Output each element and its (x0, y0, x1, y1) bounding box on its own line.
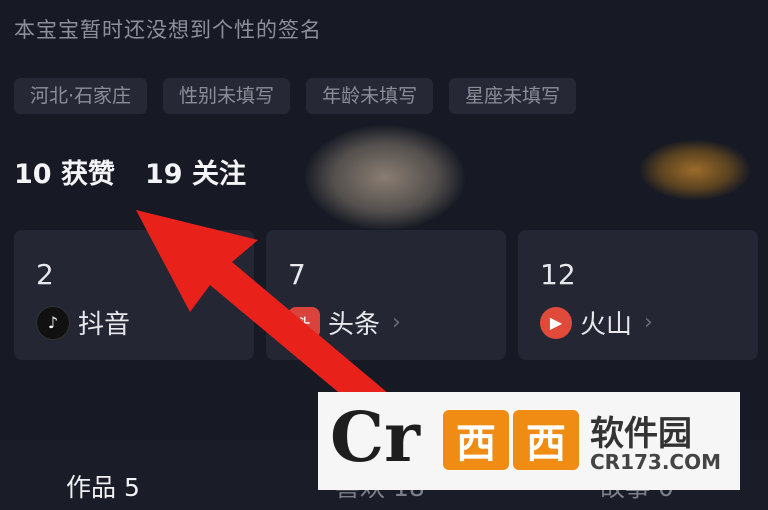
watermark-xixi: 西西 (443, 410, 579, 470)
watermark-logo: Cr (330, 398, 420, 478)
watermark-name: 软件园 (590, 414, 692, 454)
watermark: Cr 西西 软件园 CR173.COM (318, 392, 740, 490)
watermark-url: CR173.COM (590, 450, 722, 474)
